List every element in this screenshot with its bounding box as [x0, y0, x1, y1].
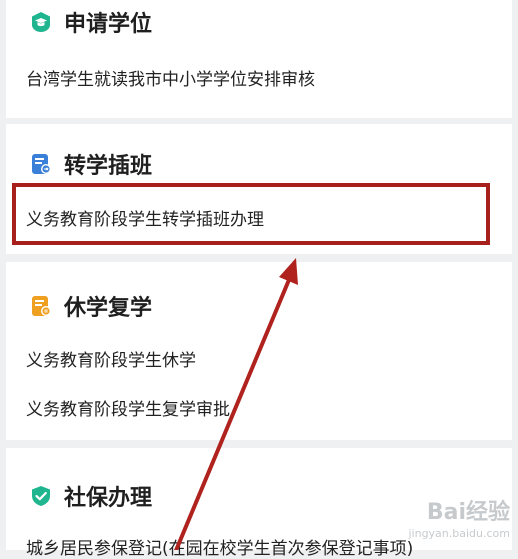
- section-title-transfer: 转学插班: [30, 148, 152, 180]
- service-item-suspension[interactable]: 义务教育阶段学生休学: [26, 346, 196, 371]
- baidu-watermark: Bai经验 jingyan.baidu.com: [408, 500, 510, 541]
- section-title-suspension: 休学复学: [30, 290, 152, 322]
- service-item-insurance-registration[interactable]: 城乡居民参保登记(在园在校学生首次参保登记事项): [26, 534, 413, 559]
- service-item-resumption[interactable]: 义务教育阶段学生复学审批: [26, 395, 230, 420]
- section-title-apply-degree: 申请学位: [30, 6, 152, 38]
- watermark-url: jingyan.baidu.com: [408, 527, 510, 540]
- section-title-label: 休学复学: [64, 296, 153, 321]
- transfer-document-icon: [30, 153, 52, 175]
- section-title-social-insurance: 社保办理: [30, 480, 152, 512]
- suspension-document-icon: [30, 295, 52, 317]
- section-title-label: 社保办理: [64, 486, 153, 511]
- service-item-taiwan-degree[interactable]: 台湾学生就读我市中小学学位安排审核: [26, 65, 315, 90]
- shield-check-icon: [30, 485, 52, 507]
- section-title-label: 申请学位: [64, 12, 153, 37]
- watermark-logo: Bai经验: [426, 500, 510, 525]
- graduation-cap-icon: [30, 11, 52, 33]
- highlight-box: [12, 183, 490, 245]
- section-title-label: 转学插班: [64, 154, 153, 179]
